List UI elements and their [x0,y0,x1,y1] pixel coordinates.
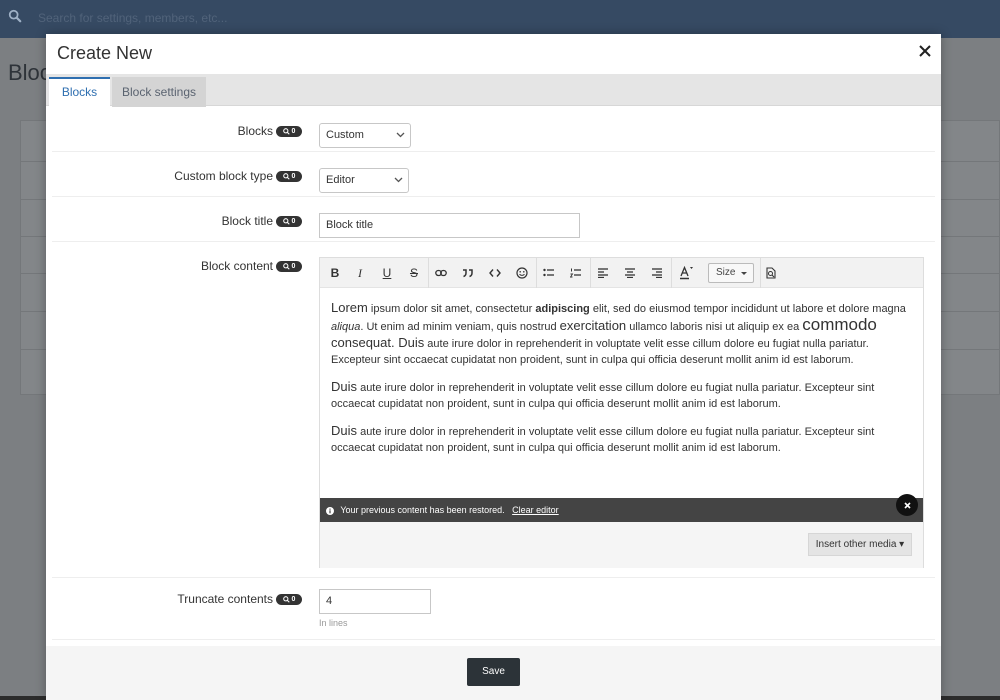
text-color-icon [680,266,693,280]
block-title-input[interactable]: Block title [319,213,580,238]
block-title-label: Block title [221,214,273,228]
smiley-icon [516,267,528,279]
create-new-modal: Create New Blocks Block settings Blocks … [46,34,941,700]
save-button[interactable]: Save [467,658,520,686]
caret-down-icon: ▾ [899,539,905,550]
insert-other-media-button[interactable]: Insert other media ▾ [808,533,912,556]
editor-footer: Insert other media ▾ [320,522,923,568]
search-badge[interactable]: 0 [276,215,302,227]
clear-editor-link[interactable]: Clear editor [512,505,559,515]
search-badge[interactable]: 0 [276,170,302,182]
block-content-label: Block content [200,259,273,273]
close-icon [903,501,911,509]
link-button[interactable] [432,264,450,282]
bullet-list-button[interactable] [540,264,558,282]
align-left-icon [598,268,608,278]
align-right-icon [652,268,662,278]
editor-toolbar: B I U S Size [320,258,923,288]
text-color-button[interactable] [677,264,695,282]
close-icon[interactable] [918,44,932,58]
dismiss-notification-button[interactable] [896,494,918,516]
info-icon [326,506,334,515]
chevron-down-icon [394,177,403,183]
link-icon [435,269,447,277]
quote-icon [463,269,473,278]
emoji-button[interactable] [513,264,531,282]
paragraph: Duis aute irure dolor in reprehenderit i… [331,379,875,410]
truncate-contents-input[interactable]: 4 [319,589,431,614]
align-left-button[interactable] [594,264,612,282]
blocks-label: Blocks [237,124,273,138]
italic-button[interactable]: I [351,264,369,282]
bullet-list-icon [543,268,554,277]
numbered-list-icon [570,268,581,278]
truncate-hint: In lines [319,618,348,628]
truncate-contents-label: Truncate contents [177,592,273,606]
block-title-row: Block title 0 Block title [52,197,935,242]
strikethrough-button[interactable]: S [405,264,423,282]
custom-block-type-label: Custom block type [174,169,273,183]
align-center-icon [625,268,635,278]
quote-button[interactable] [459,264,477,282]
search-icon [8,9,22,23]
search-badge[interactable]: 0 [276,125,302,137]
custom-block-type-select[interactable]: Editor [319,168,409,193]
caret-down-icon [741,272,747,275]
numbered-list-button[interactable] [567,264,585,282]
align-right-button[interactable] [648,264,666,282]
preview-icon [766,267,776,279]
restore-notification: Your previous content has been restored.… [320,498,923,522]
modal-title: Create New [57,43,153,63]
modal-header: Create New [46,34,941,74]
code-icon [489,269,501,277]
page-title: Bloc [8,60,51,85]
tab-blocks[interactable]: Blocks [49,77,110,107]
bold-button[interactable]: B [326,264,344,282]
paragraph: Duis aute irure dolor in reprehenderit i… [331,423,875,454]
tab-block-settings[interactable]: Block settings [112,77,206,107]
modal-footer: Save [46,646,941,700]
search-icon [282,217,290,225]
rich-text-editor: B I U S Size Lorem ipsum dolor sit amet,… [319,257,924,568]
paragraph: Lorem ipsum dolor sit amet, consectetur … [331,300,906,366]
custom-block-type-row: Custom block type 0 Editor [52,152,935,197]
code-button[interactable] [486,264,504,282]
search-input[interactable]: Search for settings, members, etc... [38,11,227,25]
editor-content[interactable]: Lorem ipsum dolor sit amet, consectetur … [331,300,911,467]
search-icon [282,262,290,270]
blocks-select[interactable]: Custom [319,123,411,148]
underline-button[interactable]: U [378,264,396,282]
align-center-button[interactable] [621,264,639,282]
restore-message: Your previous content has been restored. [340,505,505,515]
truncate-contents-row: Truncate contents 0 4 In lines [52,578,935,640]
search-icon [282,595,290,603]
search-badge[interactable]: 0 [276,260,302,272]
search-icon [282,127,290,135]
preview-button[interactable] [762,264,780,282]
tab-bar: Blocks Block settings [46,74,941,107]
search-icon [282,172,290,180]
blocks-row: Blocks 0 Custom [52,107,935,152]
top-bar: Search for settings, members, etc... [0,0,1000,38]
search-badge[interactable]: 0 [276,593,302,605]
chevron-down-icon [396,132,405,138]
font-size-dropdown[interactable]: Size [708,263,754,283]
